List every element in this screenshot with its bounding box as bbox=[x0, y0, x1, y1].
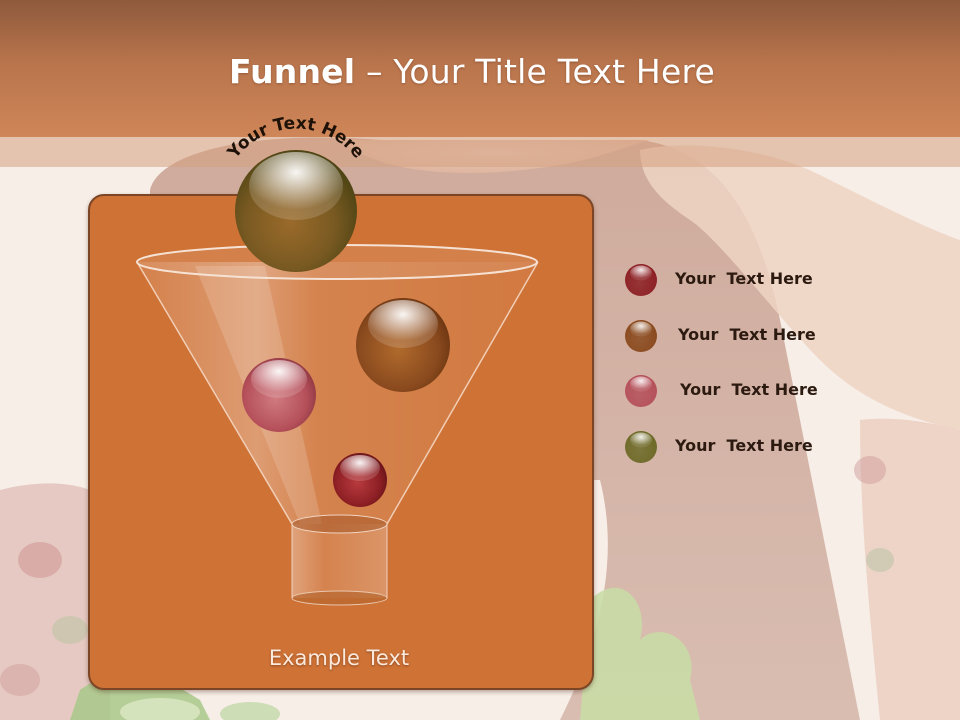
legend-item: Your Text Here bbox=[624, 318, 944, 352]
funnel-sphere-red bbox=[333, 453, 387, 507]
legend-item: Your Text Here bbox=[624, 373, 944, 407]
funnel-graphic: Your Text Here bbox=[136, 113, 539, 606]
legend-label: Your Text Here bbox=[680, 380, 818, 399]
legend-item: Your Text Here bbox=[624, 262, 944, 296]
legend-sphere-icon bbox=[625, 320, 657, 352]
legend-label: Your Text Here bbox=[678, 325, 816, 344]
legend-sphere-icon bbox=[625, 264, 657, 296]
legend-sphere-icon bbox=[625, 375, 657, 407]
funnel-sphere-brown bbox=[356, 298, 450, 392]
slide: Funnel – Your Title Text Here Your Text … bbox=[0, 0, 960, 720]
legend-label: Your Text Here bbox=[675, 436, 813, 455]
legend-sphere-icon bbox=[625, 431, 657, 463]
legend-label: Your Text Here bbox=[675, 269, 813, 288]
legend-item: Your Text Here bbox=[624, 429, 944, 463]
funnel-sphere-pink bbox=[242, 358, 316, 432]
panel-caption: Example Text bbox=[268, 646, 410, 670]
top-sphere-icon bbox=[235, 150, 357, 272]
funnel-spout bbox=[292, 524, 387, 598]
